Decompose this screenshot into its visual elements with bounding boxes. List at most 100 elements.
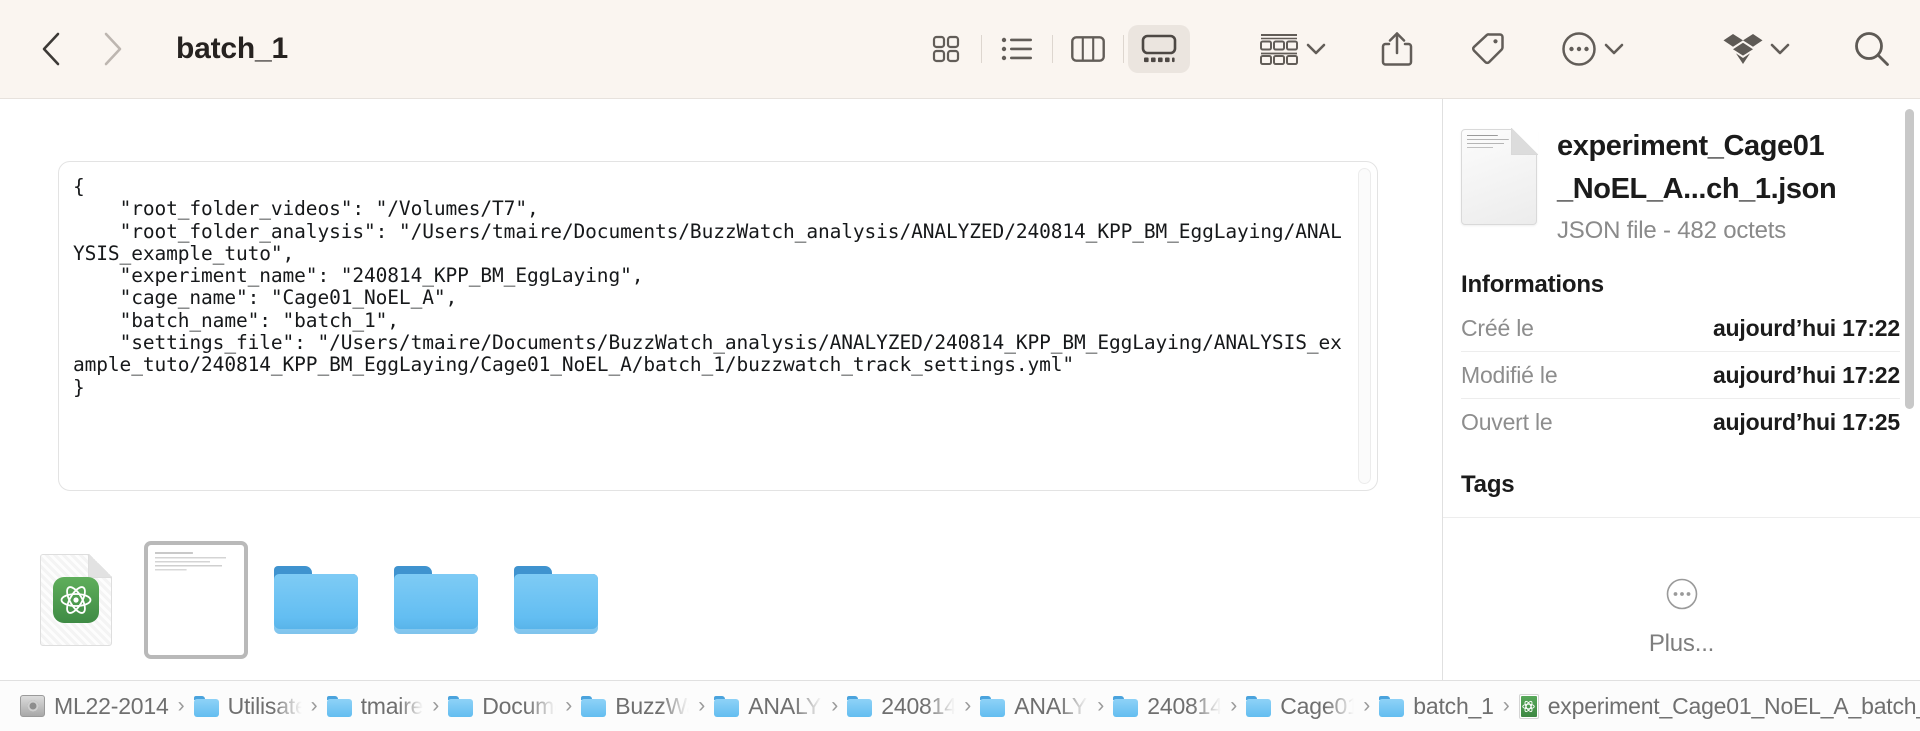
info-value-modified: aujourd’hui 17:22 — [1712, 362, 1900, 388]
tags-divider — [1443, 517, 1920, 518]
preview-scrollbar[interactable] — [1358, 168, 1371, 484]
breadcrumb-item-drive[interactable]: ML22-2014 — [20, 693, 169, 720]
toolbar-divider — [981, 35, 982, 63]
document-atom-icon — [40, 554, 112, 646]
breadcrumb-separator: › — [177, 694, 185, 717]
breadcrumb-item-experiment-inner[interactable]: 240814_KPP_BM_EggLaying — [1113, 693, 1221, 720]
forward-button[interactable] — [98, 29, 128, 69]
breadcrumb-label: 240814_KPP_BM_EggLaying — [1147, 692, 1221, 719]
breadcrumb-separator: › — [1097, 694, 1105, 717]
json-preview-card: { "root_folder_videos": "/Volumes/T7", "… — [58, 161, 1378, 491]
filmstrip-item-selected-document[interactable] — [136, 536, 256, 664]
breadcrumb-label: Utilisateurs — [227, 692, 302, 719]
folder-home-icon — [326, 695, 352, 717]
breadcrumb-separator: › — [831, 694, 839, 717]
breadcrumb-label: batch_1 — [1413, 692, 1494, 719]
filmstrip — [0, 520, 1442, 680]
toolbar-actions — [1255, 25, 1895, 73]
gallery-view-button[interactable] — [1128, 25, 1190, 73]
filmstrip-item-json-atom[interactable] — [16, 536, 136, 664]
json-preview-text: { "root_folder_videos": "/Volumes/T7", "… — [73, 175, 1342, 399]
folder-icon — [1246, 695, 1272, 717]
breadcrumb-label: ANALYZED — [748, 692, 822, 719]
group-by-chevron-down-icon[interactable] — [1303, 43, 1329, 56]
preview-pane: { "root_folder_videos": "/Volumes/T7", "… — [0, 99, 1442, 680]
navigation-buttons — [36, 29, 128, 69]
folder-icon — [980, 695, 1006, 717]
breadcrumb-item-tmaire[interactable]: tmaire — [326, 692, 424, 720]
breadcrumb-item-documents[interactable]: Documents — [448, 693, 556, 720]
drive-icon — [20, 695, 45, 717]
breadcrumb-item-buzzwatch-analysis[interactable]: BuzzWatch_analysis — [581, 693, 689, 720]
file-kind-size: JSON file - 482 octets — [1557, 217, 1787, 244]
file-name-line-1: experiment_Cage01 — [1557, 130, 1825, 162]
more-actions-button[interactable] — [1557, 25, 1601, 73]
window-title: batch_1 — [176, 32, 288, 65]
file-name-line-2: _NoEL_A...ch_1.json — [1557, 173, 1837, 205]
breadcrumb-item-analyzed[interactable]: ANALYZED — [714, 693, 822, 720]
info-key-opened: Ouvert le — [1461, 409, 1553, 435]
breadcrumb-separator: › — [432, 694, 440, 717]
folder-icon — [847, 695, 873, 717]
info-panel-scrollbar[interactable] — [1905, 109, 1914, 409]
folder-icon — [714, 695, 740, 717]
json-atom-icon — [1518, 693, 1539, 719]
tags-heading: Tags — [1461, 471, 1515, 498]
document-preview-icon — [144, 541, 248, 659]
breadcrumb-item-analysis-example-tuto[interactable]: ANALYSIS_example_tuto — [980, 693, 1088, 720]
icon-view-button[interactable] — [915, 25, 977, 73]
more-label: Plus... — [1648, 630, 1715, 657]
info-panel: experiment_Cage01 _NoEL_A...ch_1.json JS… — [1443, 99, 1920, 680]
breadcrumb-label: Documents — [482, 692, 556, 719]
info-key-modified: Modifié le — [1461, 362, 1558, 388]
breadcrumb-separator: › — [565, 694, 573, 717]
breadcrumb: ML22-2014 › Utilisateurs › tmaire › Docu… — [0, 680, 1920, 731]
folder-icon — [514, 566, 598, 634]
content-area: { "root_folder_videos": "/Volumes/T7", "… — [0, 99, 1920, 680]
breadcrumb-label: BuzzWatch_analysis — [615, 692, 689, 719]
folder-icon — [581, 695, 607, 717]
breadcrumb-label: Cage01_NoEL_A — [1280, 692, 1355, 719]
breadcrumb-item-file[interactable]: experiment_Cage01_NoEL_A_batch_1.json — [1518, 693, 1920, 720]
breadcrumb-label: tmaire — [360, 692, 424, 719]
search-button[interactable] — [1849, 25, 1895, 73]
info-key-created: Créé le — [1461, 315, 1534, 341]
breadcrumb-separator: › — [310, 694, 318, 717]
dropbox-chevron-down-icon[interactable] — [1767, 43, 1793, 56]
more-section[interactable]: Plus... — [1443, 577, 1920, 658]
document-icon — [1461, 128, 1538, 225]
dropbox-button[interactable] — [1719, 25, 1767, 73]
breadcrumb-separator: › — [1502, 694, 1510, 717]
column-view-button[interactable] — [1057, 25, 1119, 73]
toolbar: batch_1 — [0, 0, 1920, 99]
informations-list: Créé le aujourd’hui 17:22 Modifié le auj… — [1461, 305, 1900, 445]
filmstrip-item-folder-2[interactable] — [376, 536, 496, 664]
breadcrumb-item-cage[interactable]: Cage01_NoEL_A — [1246, 693, 1354, 720]
folder-icon — [274, 566, 358, 634]
folder-users-icon — [193, 695, 219, 717]
breadcrumb-label: 240814_KPP_BM_EggLaying — [881, 692, 955, 719]
info-value-opened: aujourd’hui 17:25 — [1712, 409, 1900, 435]
view-switcher — [915, 25, 1190, 73]
breadcrumb-label: ML22-2014 — [54, 692, 169, 719]
info-row-created: Créé le aujourd’hui 17:22 — [1461, 305, 1900, 352]
file-header: experiment_Cage01 _NoEL_A...ch_1.json JS… — [1443, 99, 1920, 245]
filmstrip-item-folder-3[interactable] — [496, 536, 616, 664]
breadcrumb-label: ANALYSIS_example_tuto — [1014, 692, 1088, 719]
info-row-modified: Modifié le aujourd’hui 17:22 — [1461, 352, 1900, 399]
group-by-button[interactable] — [1255, 25, 1303, 73]
breadcrumb-item-utilisateurs[interactable]: Utilisateurs — [193, 692, 302, 720]
folder-documents-icon — [448, 695, 474, 717]
list-view-button[interactable] — [986, 25, 1048, 73]
toolbar-divider — [1123, 35, 1124, 63]
more-actions-chevron-down-icon[interactable] — [1601, 43, 1627, 56]
more-circle-icon[interactable] — [1665, 577, 1699, 616]
breadcrumb-item-experiment[interactable]: 240814_KPP_BM_EggLaying — [847, 693, 955, 720]
informations-heading: Informations — [1461, 271, 1604, 298]
back-button[interactable] — [36, 29, 66, 69]
folder-icon — [1379, 695, 1405, 717]
tag-button[interactable] — [1465, 25, 1509, 73]
share-button[interactable] — [1377, 25, 1417, 73]
filmstrip-item-folder-1[interactable] — [256, 536, 376, 664]
breadcrumb-item-batch-1[interactable]: batch_1 — [1379, 692, 1494, 720]
